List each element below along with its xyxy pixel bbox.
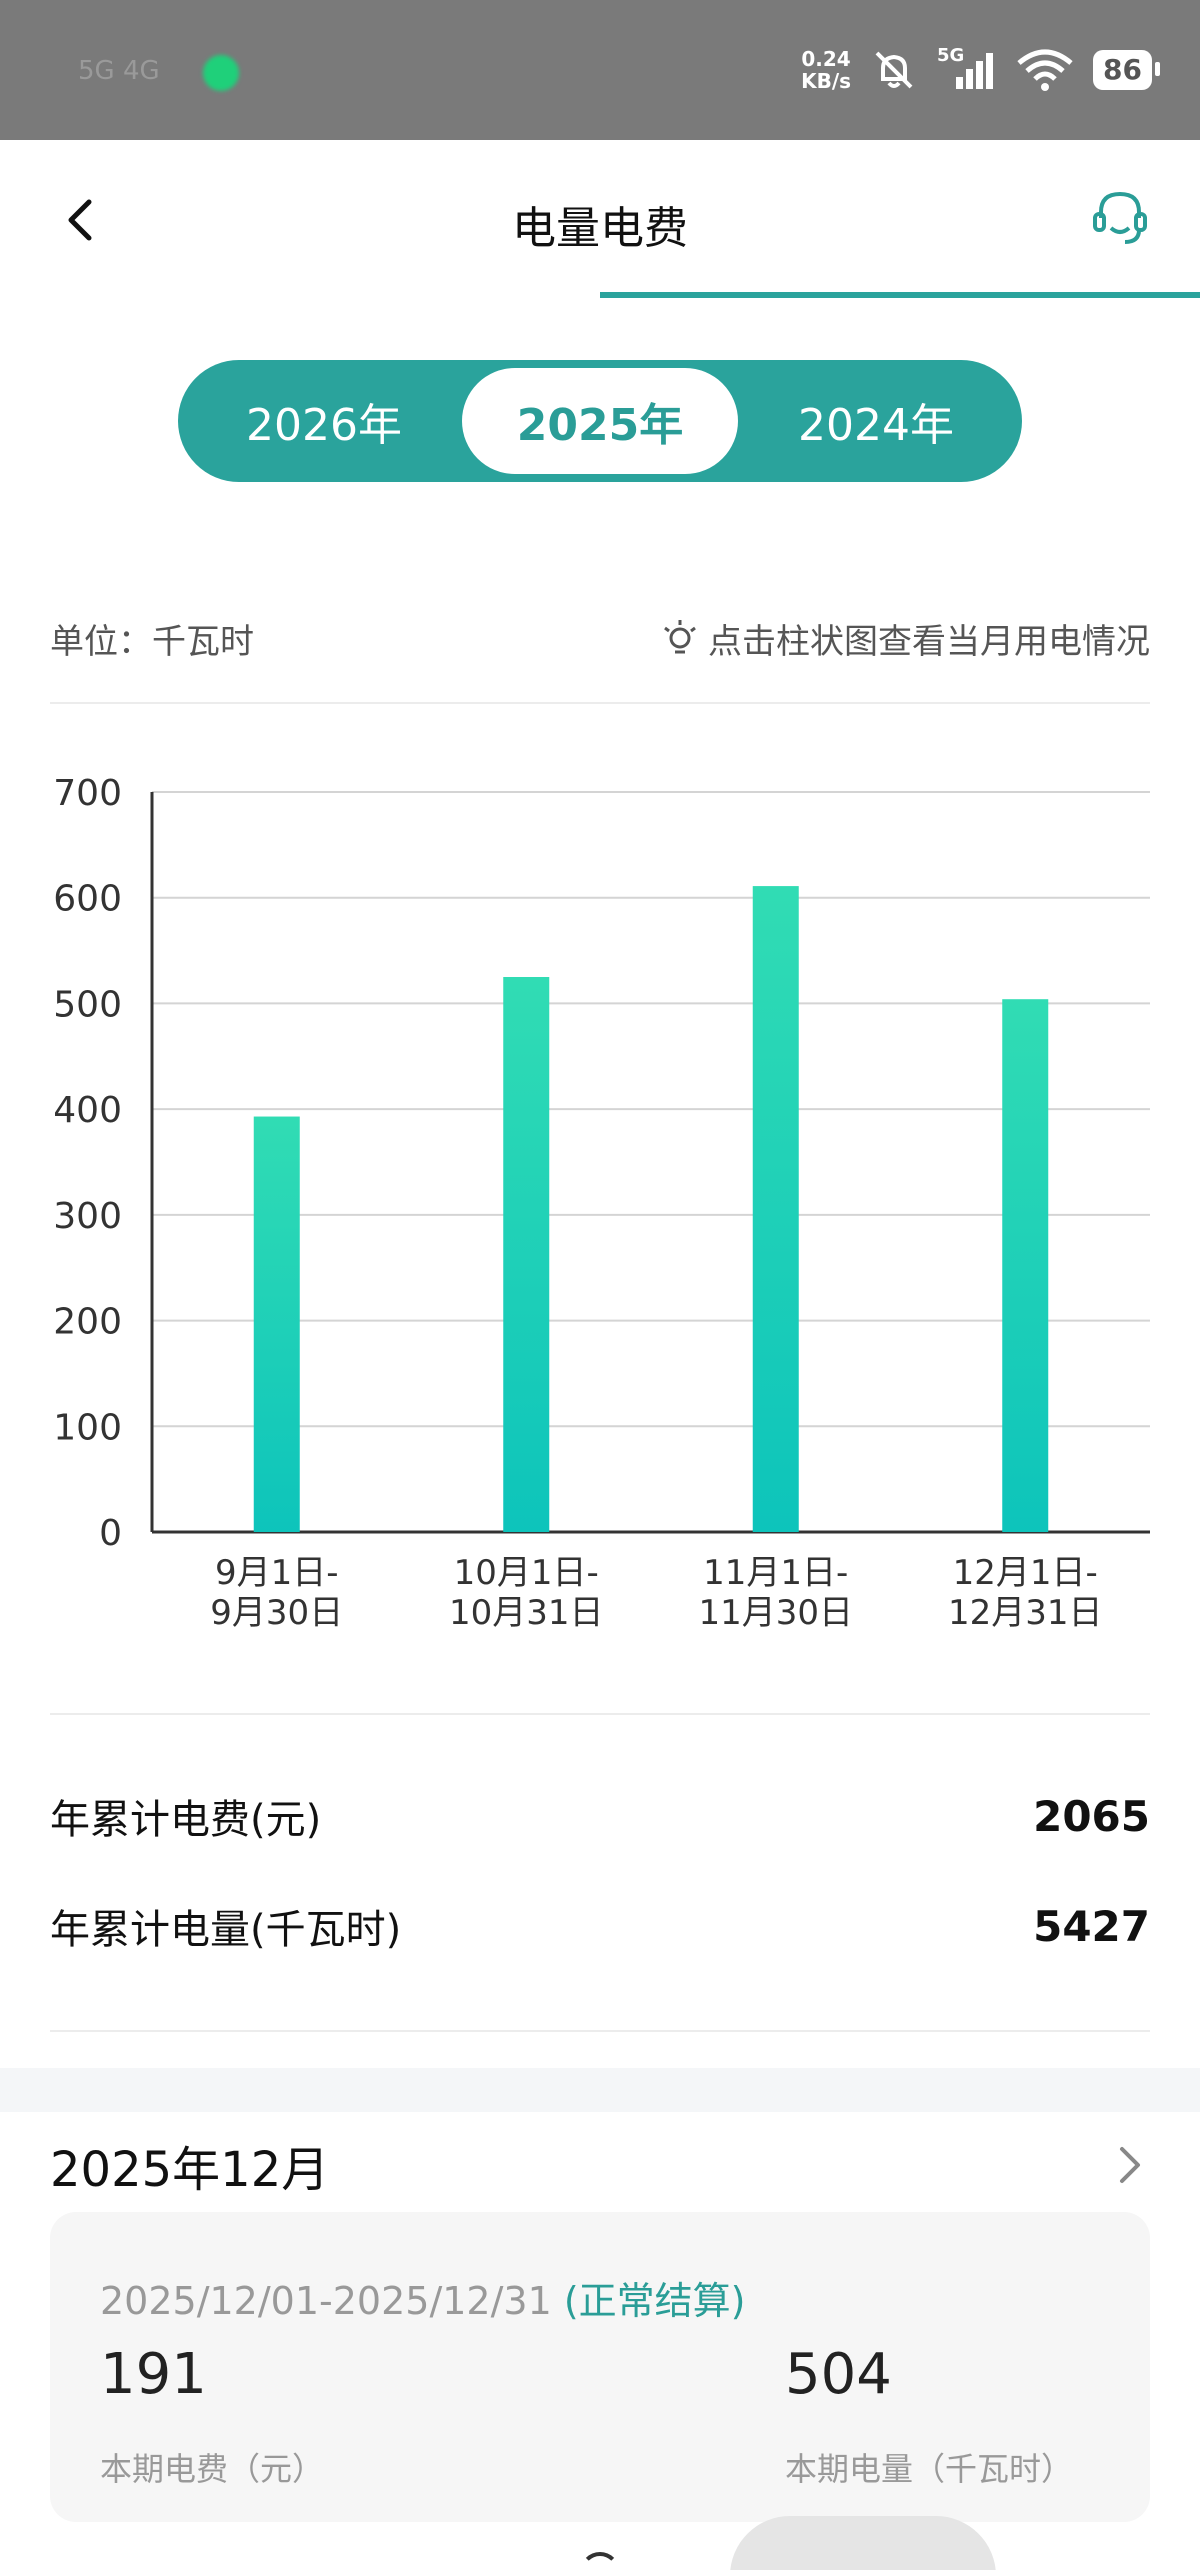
chevron-right-icon[interactable]: [1110, 2145, 1150, 2185]
status-bar: 5G 4G 0.24 KB/s 5G 86: [0, 0, 1200, 140]
annual-fee-value: 2065: [1033, 1791, 1150, 1841]
annual-fee-label: 年累计电费(元): [50, 1797, 322, 1843]
carrier-text: 5G 4G: [78, 56, 160, 86]
x-tick-label: 11月1日-: [703, 1553, 848, 1593]
network-type: 5G: [937, 45, 965, 66]
chart-svg: 0 100 200 300 400 500 600 700 9月1日-9月30日 10月1日-10…: [53, 773, 1150, 1633]
bill-fee-value: 191: [100, 2342, 207, 2407]
bill-energy-value: 504: [785, 2342, 892, 2407]
divider: [50, 1713, 1150, 1715]
year-selector: 2026年 2025年 2024年: [178, 360, 1022, 482]
y-tick-label: 400: [53, 1090, 122, 1131]
annual-energy-label: 年累计电量(千瓦时): [50, 1907, 402, 1953]
status-icons: 0.24 KB/s 5G 86: [801, 40, 1160, 100]
floating-button[interactable]: [730, 2516, 996, 2570]
customer-service-button[interactable]: [1085, 182, 1155, 252]
bill-card[interactable]: 2025/12/01-2025/12/31 (正常结算) 191 本期电费（元）…: [50, 2212, 1150, 2522]
tab-year-2024[interactable]: 2024年: [738, 368, 1014, 474]
loading-indicator: [580, 2552, 620, 2570]
network-speed-unit: KB/s: [801, 69, 852, 93]
notification-dot: [203, 55, 239, 91]
mute-bell-icon: [869, 45, 919, 95]
y-tick-label: 600: [53, 879, 122, 920]
cellular-signal-icon: 5G: [937, 45, 997, 95]
lightbulb-icon: [664, 620, 696, 654]
y-tick-label: 300: [53, 1196, 122, 1237]
headset-icon: [1093, 191, 1147, 244]
x-tick-label: 9月30日: [210, 1593, 343, 1633]
y-tick-label: 700: [53, 773, 122, 814]
x-tick-label: 12月1日-: [953, 1553, 1098, 1593]
y-tick-label: 100: [53, 1407, 122, 1448]
bill-period-dates: 2025/12/01-2025/12/31: [100, 2279, 552, 2323]
annual-fee-row: 年累计电费(元) 2065: [50, 1787, 1150, 1845]
usage-bar-chart: 0 100 200 300 400 500 600 700 9月1日- 9月30日 10月1日- 10…: [0, 760, 1200, 1660]
header-progress-line: [600, 292, 1200, 298]
x-tick-label: 12月31日: [948, 1593, 1103, 1633]
chart-tip: 点击柱状图查看当月用电情况: [660, 614, 1150, 663]
month-title: 2025年12月: [50, 2142, 330, 2198]
x-tick-label: 9月1日-: [215, 1553, 339, 1593]
battery-indicator: 86: [1093, 50, 1160, 90]
bill-energy-label: 本期电量（千瓦时）: [785, 2450, 1074, 2488]
month-header[interactable]: 2025年12月: [50, 2120, 1150, 2210]
bill-period: 2025/12/01-2025/12/31 (正常结算): [100, 2270, 746, 2325]
y-tick-label: 0: [99, 1513, 122, 1554]
x-tick-label: 10月31日: [449, 1593, 604, 1633]
bar[interactable]: [253, 1116, 300, 1532]
y-tick-label: 200: [53, 1302, 122, 1343]
bill-fee-label: 本期电费（元）: [100, 2450, 325, 2488]
unit-label: 单位：千瓦时: [50, 621, 254, 662]
annual-energy-value: 5427: [1033, 1901, 1150, 1951]
bill-status: (正常结算): [563, 2279, 746, 2323]
bar[interactable]: [752, 886, 799, 1532]
annual-energy-row: 年累计电量(千瓦时) 5427: [50, 1897, 1150, 1955]
section-separator: [0, 2068, 1200, 2112]
network-speed-value: 0.24: [801, 47, 851, 71]
divider: [50, 702, 1150, 704]
network-speed: 0.24 KB/s: [801, 48, 851, 92]
tab-year-2025[interactable]: 2025年: [462, 368, 738, 474]
x-tick-label: 10月1日-: [454, 1553, 599, 1593]
wifi-icon: [1015, 45, 1075, 95]
x-tick-label: 11月30日: [698, 1593, 853, 1633]
bar[interactable]: [1002, 999, 1049, 1532]
tab-year-2026[interactable]: 2026年: [186, 368, 462, 474]
page-title: 电量电费: [512, 203, 688, 254]
divider: [50, 2030, 1150, 2032]
y-tick-label: 500: [53, 984, 122, 1025]
app-header: 电量电费: [0, 140, 1200, 300]
chart-tip-text: 点击柱状图查看当月用电情况: [708, 621, 1150, 662]
bar[interactable]: [503, 977, 550, 1532]
chart-info-row: 单位：千瓦时 点击柱状图查看当月用电情况: [50, 608, 1150, 668]
